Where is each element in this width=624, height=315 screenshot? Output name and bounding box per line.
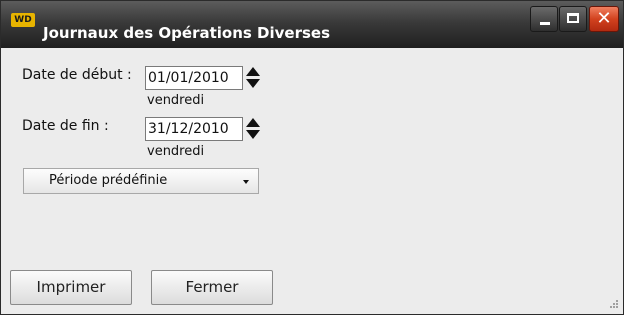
spin-up-icon[interactable] (246, 118, 260, 127)
period-select-value: Période prédéfinie (49, 173, 168, 188)
close-button[interactable]: Fermer (151, 270, 273, 305)
close-icon: ✕ (596, 8, 612, 29)
end-date-input[interactable]: 31/12/2010 (145, 117, 243, 141)
window-title: Journaux des Opérations Diverses (43, 24, 330, 42)
minimize-button[interactable] (530, 6, 558, 32)
end-date-spinner[interactable] (243, 117, 261, 141)
end-date-label: Date de fin : (22, 118, 109, 134)
app-icon: WD (11, 13, 35, 27)
period-select[interactable]: Période prédéfinie (23, 168, 259, 194)
start-date-weekday: vendredi (147, 93, 205, 108)
maximize-button[interactable] (559, 6, 587, 32)
maximize-icon (567, 13, 579, 23)
spin-up-icon[interactable] (246, 67, 260, 76)
spin-down-icon[interactable] (246, 130, 260, 139)
chevron-down-icon (243, 180, 249, 184)
title-bar[interactable]: WD Journaux des Opérations Diverses ✕ (1, 1, 623, 48)
start-date-spinner[interactable] (243, 66, 261, 90)
dialog-window: WD Journaux des Opérations Diverses ✕ Da… (0, 0, 624, 315)
minimize-icon (540, 22, 550, 25)
print-button[interactable]: Imprimer (10, 270, 132, 305)
resize-grip-icon[interactable] (609, 299, 619, 309)
close-window-button[interactable]: ✕ (589, 6, 619, 32)
start-date-label: Date de début : (22, 67, 132, 83)
start-date-input[interactable]: 01/01/2010 (145, 66, 243, 90)
end-date-weekday: vendredi (147, 144, 205, 159)
spin-down-icon[interactable] (246, 79, 260, 88)
